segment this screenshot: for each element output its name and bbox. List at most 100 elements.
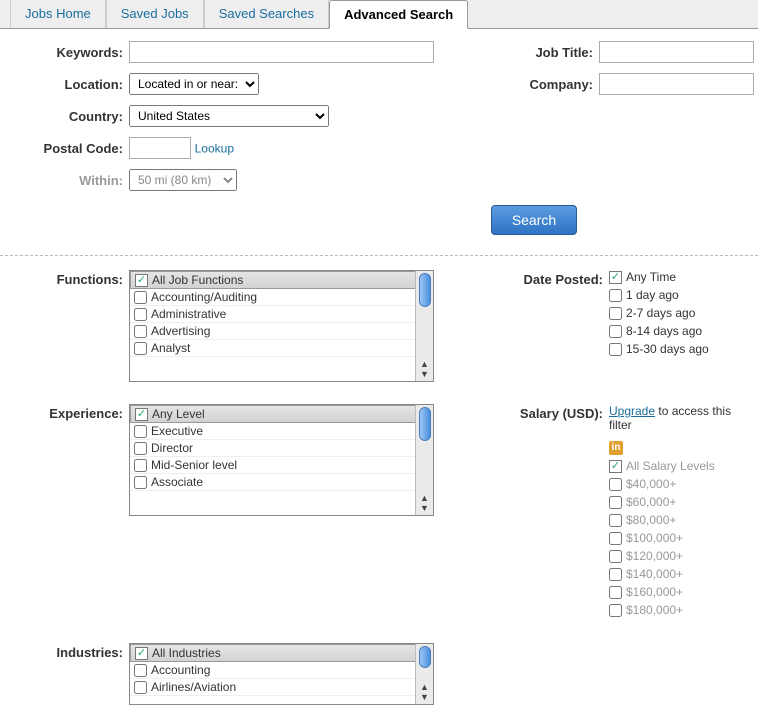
checkbox	[609, 550, 622, 563]
list-item[interactable]: Director	[130, 440, 433, 457]
job-title-label: Job Title:	[509, 45, 599, 60]
linkedin-icon: in	[609, 441, 623, 455]
functions-listbox[interactable]: ✓All Job FunctionsAccounting/AuditingAdm…	[129, 270, 434, 382]
tab-advanced-search[interactable]: Advanced Search	[329, 0, 468, 29]
postal-label: Postal Code:	[6, 141, 129, 156]
checkbox	[609, 496, 622, 509]
checklist-item[interactable]: 2-7 days ago	[609, 306, 752, 320]
functions-label: Functions:	[6, 270, 129, 287]
checkbox-checked-icon[interactable]: ✓	[135, 647, 148, 660]
experience-label: Experience:	[6, 404, 129, 421]
checklist-item: $140,000+	[609, 567, 752, 581]
checklist-item: $60,000+	[609, 495, 752, 509]
scrollbar[interactable]: ▲ ▼	[415, 644, 433, 704]
salary-section: Upgrade to access this filter in ✓All Sa…	[609, 404, 752, 621]
industries-listbox[interactable]: ✓All IndustriesAccountingAirlines/Aviati…	[129, 643, 434, 705]
list-item[interactable]: Administrative	[130, 306, 433, 323]
list-item[interactable]: Airlines/Aviation	[130, 679, 433, 696]
checkbox	[609, 586, 622, 599]
checkbox[interactable]	[609, 325, 622, 338]
list-item[interactable]: Executive	[130, 423, 433, 440]
scrollbar[interactable]: ▲ ▼	[415, 271, 433, 381]
industries-label: Industries:	[6, 643, 129, 660]
job-title-input[interactable]	[599, 41, 754, 63]
checkbox[interactable]	[134, 459, 147, 472]
checkbox[interactable]	[609, 343, 622, 356]
checkbox-checked-icon[interactable]: ✓	[135, 274, 148, 287]
checklist-item: $120,000+	[609, 549, 752, 563]
company-label: Company:	[509, 77, 599, 92]
list-item[interactable]: ✓Any Level	[130, 405, 433, 423]
checkbox[interactable]	[134, 442, 147, 455]
checklist-item[interactable]: 8-14 days ago	[609, 324, 752, 338]
location-select[interactable]: Located in or near:	[129, 73, 259, 95]
checklist-item: $80,000+	[609, 513, 752, 527]
scroll-up-icon[interactable]: ▲	[420, 682, 429, 692]
checkbox[interactable]	[134, 681, 147, 694]
search-button[interactable]: Search	[491, 205, 577, 235]
checkbox-checked-icon[interactable]: ✓	[609, 460, 622, 473]
country-label: Country:	[6, 109, 129, 124]
checkbox[interactable]	[134, 325, 147, 338]
list-item[interactable]: ✓All Job Functions	[130, 271, 433, 289]
checkbox-checked-icon[interactable]: ✓	[135, 408, 148, 421]
upgrade-link[interactable]: Upgrade	[609, 404, 655, 418]
checklist-item[interactable]: ✓Any Time	[609, 270, 752, 284]
company-input[interactable]	[599, 73, 754, 95]
checkbox[interactable]	[134, 342, 147, 355]
tabs-bar: Jobs Home Saved Jobs Saved Searches Adva…	[0, 0, 758, 29]
checklist-item[interactable]: 1 day ago	[609, 288, 752, 302]
within-label: Within:	[6, 173, 129, 188]
checkbox[interactable]	[134, 308, 147, 321]
tab-saved-searches[interactable]: Saved Searches	[204, 0, 329, 28]
scroll-thumb[interactable]	[419, 273, 431, 307]
scroll-thumb[interactable]	[419, 407, 431, 441]
postal-input[interactable]	[129, 137, 191, 159]
country-select[interactable]: United States	[129, 105, 329, 127]
keywords-input[interactable]	[129, 41, 434, 63]
checklist-item: $160,000+	[609, 585, 752, 599]
list-item[interactable]: Advertising	[130, 323, 433, 340]
list-item[interactable]: Analyst	[130, 340, 433, 357]
scrollbar[interactable]: ▲ ▼	[415, 405, 433, 515]
checklist-item: $40,000+	[609, 477, 752, 491]
within-select[interactable]: 50 mi (80 km)	[129, 169, 237, 191]
date-posted-list: ✓Any Time 1 day ago 2-7 days ago 8-14 days …	[609, 270, 752, 360]
checkbox[interactable]	[134, 425, 147, 438]
scroll-up-icon[interactable]: ▲	[420, 359, 429, 369]
tab-saved-jobs[interactable]: Saved Jobs	[106, 0, 204, 28]
location-label: Location:	[6, 77, 129, 92]
checkbox	[609, 604, 622, 617]
checkbox	[609, 568, 622, 581]
list-item[interactable]: ✓All Industries	[130, 644, 433, 662]
date-posted-label: Date Posted:	[499, 270, 609, 287]
list-item[interactable]: Accounting	[130, 662, 433, 679]
checkbox	[609, 514, 622, 527]
checklist-item: $180,000+	[609, 603, 752, 617]
checkbox[interactable]	[609, 289, 622, 302]
checklist-item: $100,000+	[609, 531, 752, 545]
scroll-up-icon[interactable]: ▲	[420, 493, 429, 503]
checkbox[interactable]	[134, 291, 147, 304]
checklist-item[interactable]: 15-30 days ago	[609, 342, 752, 356]
scroll-thumb[interactable]	[419, 646, 431, 668]
checkbox	[609, 478, 622, 491]
list-item[interactable]: Accounting/Auditing	[130, 289, 433, 306]
list-item[interactable]: Associate	[130, 474, 433, 491]
salary-label: Salary (USD):	[499, 404, 609, 421]
checkbox	[609, 532, 622, 545]
scroll-down-icon[interactable]: ▼	[420, 369, 429, 379]
tab-jobs-home[interactable]: Jobs Home	[10, 0, 106, 28]
checkbox[interactable]	[134, 476, 147, 489]
list-item[interactable]: Mid-Senior level	[130, 457, 433, 474]
checklist-item[interactable]: ✓All Salary Levels	[609, 459, 752, 473]
experience-listbox[interactable]: ✓Any LevelExecutiveDirectorMid-Senior le…	[129, 404, 434, 516]
scroll-down-icon[interactable]: ▼	[420, 692, 429, 702]
scroll-down-icon[interactable]: ▼	[420, 503, 429, 513]
checkbox-checked-icon[interactable]: ✓	[609, 271, 622, 284]
checkbox[interactable]	[134, 664, 147, 677]
lookup-link[interactable]: Lookup	[195, 142, 234, 156]
checkbox[interactable]	[609, 307, 622, 320]
keywords-label: Keywords:	[6, 45, 129, 60]
search-form: Keywords: Job Title: Location: Located i…	[0, 29, 758, 251]
